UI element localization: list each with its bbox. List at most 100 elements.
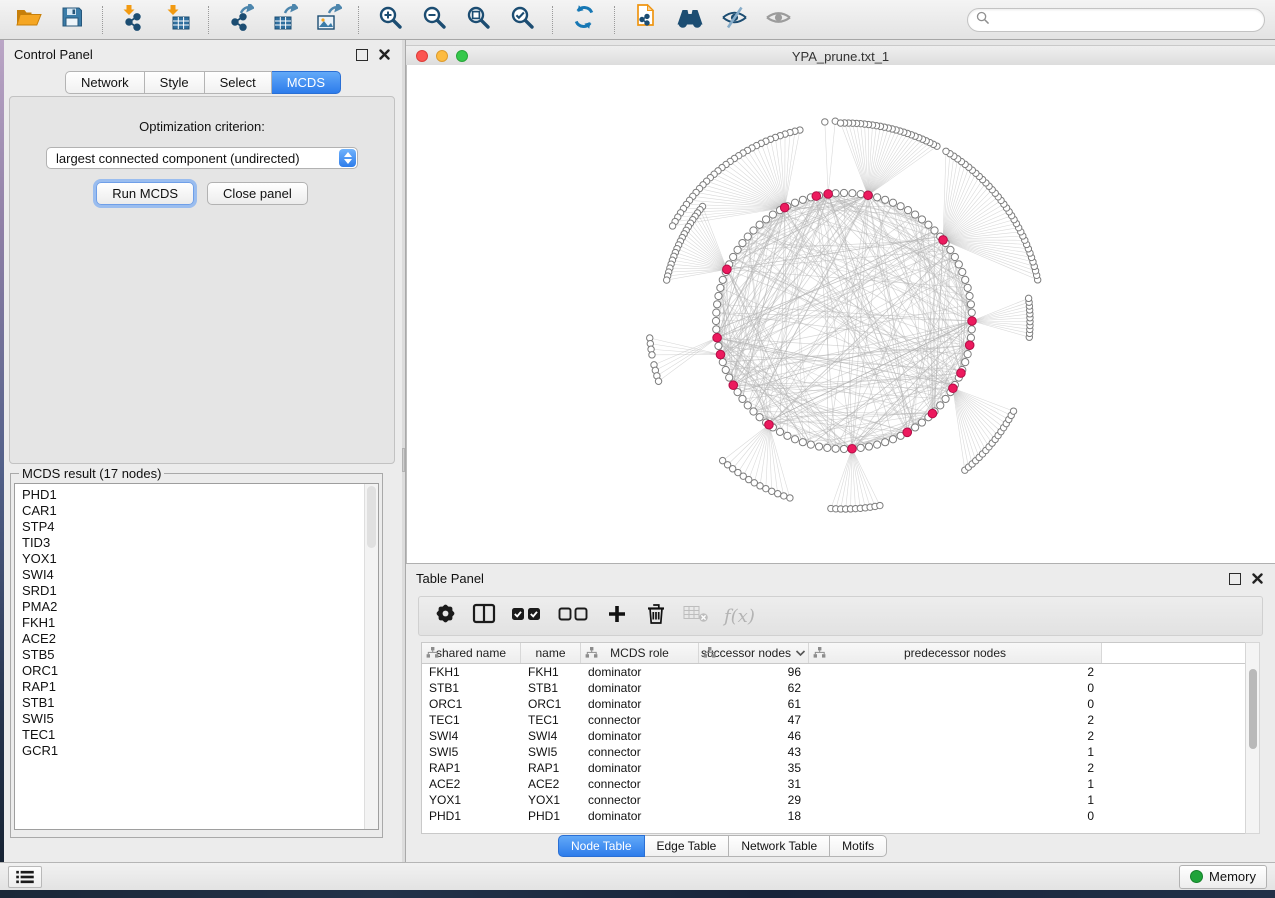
open-folder-button[interactable]: [10, 4, 46, 36]
hide-selected-button[interactable]: [716, 4, 752, 36]
mcds-result-item[interactable]: ACE2: [22, 631, 378, 647]
table-row[interactable]: ORC1ORC1dominator610: [422, 696, 1246, 712]
zoom-out-button[interactable]: [416, 4, 452, 36]
export-image-button[interactable]: [310, 4, 346, 36]
mcds-result-item[interactable]: STP4: [22, 519, 378, 535]
table-row[interactable]: SWI4SWI4dominator462: [422, 728, 1246, 744]
mcds-result-item[interactable]: CAR1: [22, 503, 378, 519]
mcds-result-list[interactable]: PHD1CAR1STP4TID3YOX1SWI4SRD1PMA2FKH1ACE2…: [14, 483, 379, 830]
cell-successor-nodes[interactable]: 29: [699, 792, 809, 808]
cell-name[interactable]: PHD1: [521, 808, 581, 824]
cell-successor-nodes[interactable]: 62: [699, 680, 809, 696]
cell-name[interactable]: TEC1: [521, 712, 581, 728]
table-row[interactable]: YOX1YOX1connector291: [422, 792, 1246, 808]
mcds-result-item[interactable]: TEC1: [22, 727, 378, 743]
add-column-button[interactable]: [605, 603, 629, 629]
tab-network[interactable]: Network: [65, 71, 145, 94]
cell-name[interactable]: ACE2: [521, 776, 581, 792]
memory-button[interactable]: Memory: [1179, 865, 1267, 889]
delete-column-button[interactable]: [644, 603, 668, 629]
close-panel-icon[interactable]: [379, 49, 390, 60]
cell-predecessor-nodes[interactable]: 2: [809, 664, 1102, 680]
table-row[interactable]: TEC1TEC1connector472: [422, 712, 1246, 728]
cell-MCDS-role[interactable]: dominator: [581, 728, 699, 744]
table-row[interactable]: STB1STB1dominator620: [422, 680, 1246, 696]
gear-button[interactable]: [433, 603, 457, 629]
cell-predecessor-nodes[interactable]: 2: [809, 728, 1102, 744]
select-all-button[interactable]: [511, 603, 543, 629]
export-network-button[interactable]: [222, 4, 258, 36]
column-header-predecessor-nodes[interactable]: predecessor nodes: [809, 643, 1102, 663]
column-header-name[interactable]: name: [521, 643, 581, 663]
cell-shared-name[interactable]: YOX1: [422, 792, 521, 808]
cell-name[interactable]: ORC1: [521, 696, 581, 712]
cell-successor-nodes[interactable]: 35: [699, 760, 809, 776]
tab-network-table[interactable]: Network Table: [729, 835, 830, 857]
cell-MCDS-role[interactable]: connector: [581, 744, 699, 760]
cell-predecessor-nodes[interactable]: 0: [809, 696, 1102, 712]
cell-name[interactable]: STB1: [521, 680, 581, 696]
cell-successor-nodes[interactable]: 31: [699, 776, 809, 792]
table-scrollbar[interactable]: [1245, 642, 1260, 834]
mcds-result-item[interactable]: PHD1: [22, 487, 378, 503]
cell-shared-name[interactable]: ORC1: [422, 696, 521, 712]
tab-edge-table[interactable]: Edge Table: [645, 835, 730, 857]
table-row[interactable]: RAP1RAP1dominator352: [422, 760, 1246, 776]
cell-shared-name[interactable]: STB1: [422, 680, 521, 696]
network-graph[interactable]: [407, 65, 1275, 563]
mcds-result-item[interactable]: FKH1: [22, 615, 378, 631]
table-row[interactable]: SWI5SWI5connector431: [422, 744, 1246, 760]
zoom-fit-button[interactable]: [460, 4, 496, 36]
table-row[interactable]: PHD1PHD1dominator180: [422, 808, 1246, 824]
cell-shared-name[interactable]: TEC1: [422, 712, 521, 728]
table-row[interactable]: FKH1FKH1dominator962: [422, 664, 1246, 680]
cell-successor-nodes[interactable]: 96: [699, 664, 809, 680]
close-table-panel-icon[interactable]: [1252, 573, 1263, 584]
search-input[interactable]: [994, 12, 1256, 28]
cell-successor-nodes[interactable]: 18: [699, 808, 809, 824]
tab-select[interactable]: Select: [205, 71, 272, 94]
cell-predecessor-nodes[interactable]: 1: [809, 776, 1102, 792]
zoom-selected-button[interactable]: [504, 4, 540, 36]
mcds-result-item[interactable]: SRD1: [22, 583, 378, 599]
cell-predecessor-nodes[interactable]: 0: [809, 808, 1102, 824]
table-row[interactable]: ACE2ACE2connector311: [422, 776, 1246, 792]
cell-shared-name[interactable]: SWI4: [422, 728, 521, 744]
mcds-result-item[interactable]: YOX1: [22, 551, 378, 567]
run-mcds-button[interactable]: Run MCDS: [96, 182, 194, 205]
mcds-result-item[interactable]: RAP1: [22, 679, 378, 695]
mcds-list-scrollbar[interactable]: [364, 484, 378, 829]
cell-MCDS-role[interactable]: dominator: [581, 664, 699, 680]
cell-MCDS-role[interactable]: dominator: [581, 696, 699, 712]
cell-shared-name[interactable]: FKH1: [422, 664, 521, 680]
tab-motifs[interactable]: Motifs: [830, 835, 887, 857]
zoom-in-button[interactable]: [372, 4, 408, 36]
mcds-result-item[interactable]: STB5: [22, 647, 378, 663]
clone-network-button[interactable]: [628, 4, 664, 36]
search-box[interactable]: [967, 8, 1265, 32]
cell-MCDS-role[interactable]: dominator: [581, 760, 699, 776]
cell-successor-nodes[interactable]: 47: [699, 712, 809, 728]
mcds-result-item[interactable]: SWI4: [22, 567, 378, 583]
cell-name[interactable]: SWI5: [521, 744, 581, 760]
deselect-all-button[interactable]: [558, 603, 590, 629]
network-window-titlebar[interactable]: YPA_prune.txt_1: [406, 45, 1275, 67]
mcds-result-item[interactable]: SWI5: [22, 711, 378, 727]
float-table-panel-icon[interactable]: [1229, 573, 1241, 585]
cell-predecessor-nodes[interactable]: 2: [809, 760, 1102, 776]
cell-successor-nodes[interactable]: 61: [699, 696, 809, 712]
save-button[interactable]: [54, 4, 90, 36]
cell-name[interactable]: SWI4: [521, 728, 581, 744]
cell-predecessor-nodes[interactable]: 1: [809, 744, 1102, 760]
node-table[interactable]: shared namenameMCDS rolesuccessor nodesp…: [421, 642, 1247, 834]
cell-name[interactable]: FKH1: [521, 664, 581, 680]
cell-shared-name[interactable]: SWI5: [422, 744, 521, 760]
column-header-shared-name[interactable]: shared name: [422, 643, 521, 663]
network-canvas[interactable]: [406, 65, 1275, 563]
cell-name[interactable]: YOX1: [521, 792, 581, 808]
cell-MCDS-role[interactable]: connector: [581, 712, 699, 728]
mcds-result-item[interactable]: TID3: [22, 535, 378, 551]
column-header-MCDS-role[interactable]: MCDS role: [581, 643, 699, 663]
cell-MCDS-role[interactable]: dominator: [581, 680, 699, 696]
cell-predecessor-nodes[interactable]: 2: [809, 712, 1102, 728]
